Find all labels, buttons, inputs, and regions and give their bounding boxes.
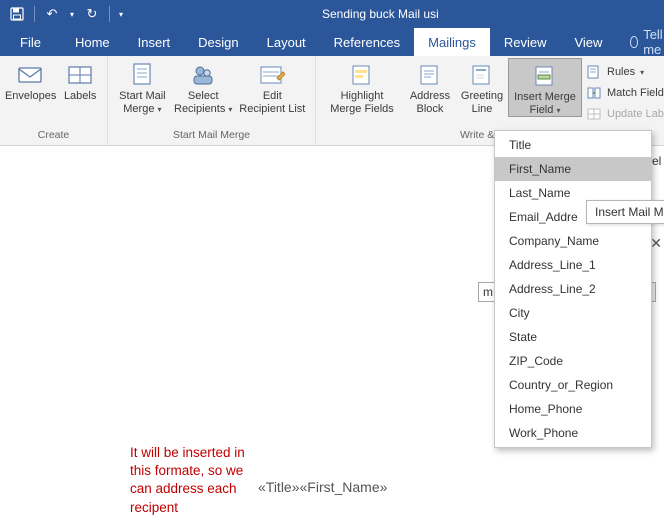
tab-review[interactable]: Review — [490, 28, 561, 56]
group-label: Start Mail Merge — [112, 129, 311, 145]
merge-field-preview: «Title»«First_Name» — [258, 479, 387, 495]
address-block-button[interactable]: Address Block — [404, 58, 456, 115]
menu-item-work-phone[interactable]: Work_Phone — [495, 421, 651, 445]
caret-icon: ▾ — [556, 106, 560, 115]
address-icon — [416, 62, 444, 88]
envelopes-button[interactable]: Envelopes — [4, 58, 57, 103]
edit-list-icon — [258, 62, 286, 88]
rules-icon — [586, 64, 602, 80]
address-label: Address Block — [410, 90, 450, 115]
save-button[interactable] — [6, 3, 28, 25]
group-start-mail-merge: Start Mail Merge ▾ Select Recipients ▾ E… — [108, 56, 316, 145]
redo-button[interactable]: ↻ — [81, 3, 103, 25]
tab-file[interactable]: File — [14, 28, 61, 56]
separator — [109, 6, 110, 22]
menu-item-addr1[interactable]: Address_Line_1 — [495, 253, 651, 277]
caret-icon: ▾ — [640, 68, 644, 77]
edit-recipient-list-label: Edit Recipient List — [239, 90, 305, 115]
title-bar: ↶ ▾ ↻ ▾ Sending buck Mail usi — [0, 0, 664, 28]
insert-merge-field-button[interactable]: Insert Merge Field ▾ — [508, 58, 582, 117]
ribbon-tabs: File Home Insert Design Layout Reference… — [0, 28, 664, 56]
select-recipients-label: Select Recipients — [174, 90, 225, 115]
undo-button[interactable]: ↶ — [41, 3, 63, 25]
start-mail-merge-button[interactable]: Start Mail Merge ▾ — [112, 58, 173, 115]
labels-button[interactable]: Labels — [57, 58, 103, 103]
edit-recipient-list-button[interactable]: Edit Recipient List — [234, 58, 311, 115]
menu-item-addr2[interactable]: Address_Line_2 — [495, 277, 651, 301]
menu-item-first-name[interactable]: First_Name — [495, 157, 651, 181]
menu-item-company[interactable]: Company_Name — [495, 229, 651, 253]
annotation-note: It will be inserted in this formate, so … — [130, 444, 245, 517]
undo-caret[interactable]: ▾ — [67, 3, 77, 25]
menu-item-zip[interactable]: ZIP_Code — [495, 349, 651, 373]
recipients-icon — [189, 62, 217, 88]
document-icon — [128, 62, 156, 88]
caret-icon: ▾ — [228, 105, 232, 114]
tab-design[interactable]: Design — [184, 28, 252, 56]
labels-label: Labels — [64, 90, 96, 103]
rules-button[interactable]: Rules ▾ — [584, 62, 664, 82]
caret-icon: ▾ — [158, 105, 162, 114]
insert-merge-field-menu: Title First_Name Last_Name Email_Addre C… — [494, 130, 652, 448]
menu-item-country[interactable]: Country_or_Region — [495, 373, 651, 397]
tab-references[interactable]: References — [320, 28, 414, 56]
menu-item-city[interactable]: City — [495, 301, 651, 325]
quick-access-toolbar: ↶ ▾ ↻ ▾ — [0, 3, 126, 25]
tab-home[interactable]: Home — [61, 28, 124, 56]
greeting-line-button[interactable]: Greeting Line — [456, 58, 508, 115]
highlight-icon — [348, 62, 376, 88]
tooltip: Insert Mail Me — [586, 200, 664, 224]
match-fields-label: Match Fields — [607, 87, 664, 99]
envelope-icon — [17, 62, 45, 88]
menu-item-title[interactable]: Title — [495, 133, 651, 157]
group-label: Create — [4, 129, 103, 145]
highlight-label: Highlight Merge Fields — [330, 90, 394, 115]
separator — [34, 6, 35, 22]
menu-item-state[interactable]: State — [495, 325, 651, 349]
dialog-fragment: el — [652, 154, 661, 168]
insert-merge-field-label: Insert Merge Field — [514, 91, 576, 116]
tab-layout[interactable]: Layout — [253, 28, 320, 56]
update-labels-icon — [586, 106, 602, 122]
group-create: Envelopes Labels Create — [0, 56, 108, 145]
rules-label: Rules — [607, 66, 635, 78]
envelopes-label: Envelopes — [5, 90, 56, 103]
highlight-merge-fields-button[interactable]: Highlight Merge Fields — [320, 58, 404, 115]
side-buttons: Rules ▾ Match Fields Update Labels — [582, 58, 664, 124]
update-labels-label: Update Labels — [607, 108, 664, 120]
tab-view[interactable]: View — [560, 28, 616, 56]
tell-me[interactable]: Tell me — [616, 28, 664, 56]
menu-item-home-phone[interactable]: Home_Phone — [495, 397, 651, 421]
window-title: Sending buck Mail usi — [322, 7, 439, 21]
tab-insert[interactable]: Insert — [124, 28, 185, 56]
insert-field-icon — [531, 63, 559, 89]
qat-customize[interactable]: ▾ — [116, 3, 126, 25]
greeting-icon — [468, 62, 496, 88]
tell-me-label: Tell me — [643, 27, 664, 57]
close-icon[interactable]: ✕ — [650, 235, 662, 252]
greeting-label: Greeting Line — [461, 90, 503, 115]
match-icon — [586, 85, 602, 101]
update-labels-button: Update Labels — [584, 104, 664, 124]
lightbulb-icon — [630, 36, 638, 48]
match-fields-button[interactable]: Match Fields — [584, 83, 664, 103]
labels-icon — [66, 62, 94, 88]
select-recipients-button[interactable]: Select Recipients ▾ — [173, 58, 234, 115]
tab-mailings[interactable]: Mailings — [414, 28, 490, 56]
